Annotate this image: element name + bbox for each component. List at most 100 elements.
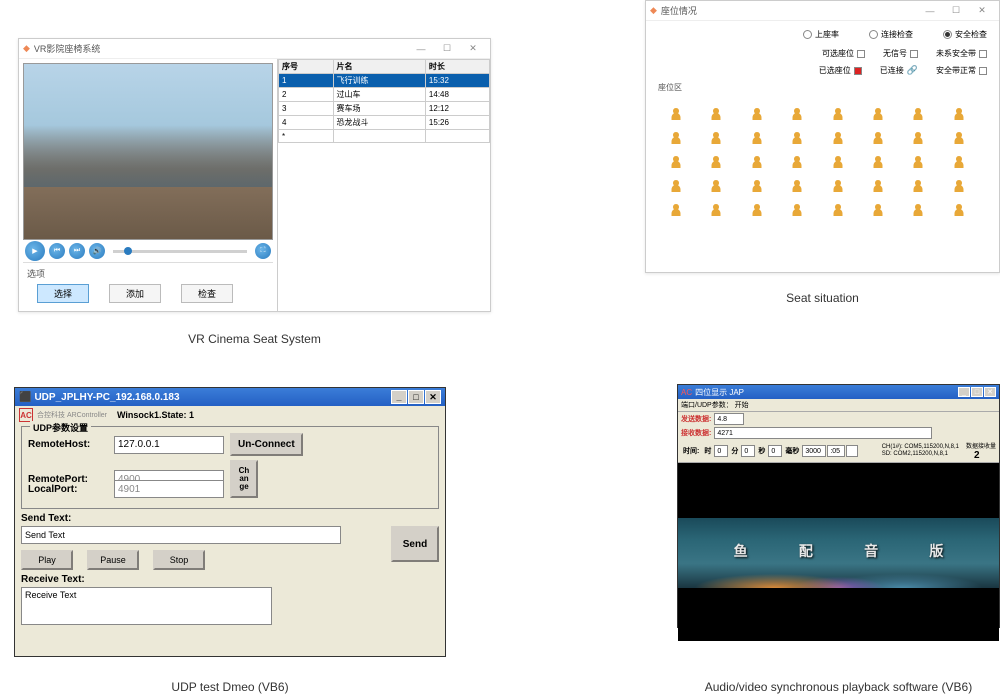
table-row[interactable]: 3赛车场12:12	[279, 102, 490, 116]
table-row[interactable]: 2过山车14:48	[279, 88, 490, 102]
seat-icon[interactable]	[710, 107, 722, 121]
seat-icon[interactable]	[751, 155, 763, 169]
next-button[interactable]: ⏭	[69, 243, 85, 259]
play-button[interactable]: Play	[21, 550, 73, 570]
seat-icon[interactable]	[670, 155, 682, 169]
select-button[interactable]: 选择	[37, 284, 89, 303]
minimize-icon[interactable]: _	[391, 390, 407, 404]
seat-icon[interactable]	[670, 131, 682, 145]
seat-icon[interactable]	[912, 203, 924, 217]
vr-caption: VR Cinema Seat System	[18, 332, 491, 346]
send-button[interactable]: Send	[391, 526, 439, 562]
close-icon[interactable]: ✕	[969, 2, 995, 20]
table-row[interactable]: 4恐龙战斗15:26	[279, 116, 490, 130]
vr-cinema-window: ◆ VR影院座椅系统 — ☐ ✕ ▶ ⏮ ⏭ 🔊 ⛶ 选项 选择 添加 检查	[18, 38, 491, 312]
seat-icon[interactable]	[710, 155, 722, 169]
legend-noconn: 可选座位	[822, 48, 865, 59]
seat-icon[interactable]	[912, 107, 924, 121]
progress-slider[interactable]	[113, 250, 247, 253]
radio-check-pos[interactable]: 连接检查	[869, 29, 913, 40]
seat-icon[interactable]	[670, 203, 682, 217]
seat-icon[interactable]	[791, 203, 803, 217]
remotehost-input[interactable]	[114, 436, 224, 454]
fullscreen-button[interactable]: ⛶	[255, 243, 271, 259]
vr-titlebar[interactable]: ◆ VR影院座椅系统 — ☐ ✕	[19, 39, 490, 59]
send-text-input[interactable]	[21, 526, 341, 544]
seat-icon[interactable]	[751, 107, 763, 121]
stop-button[interactable]: Stop	[153, 550, 205, 570]
col-name: 片名	[333, 60, 425, 74]
seat-icon[interactable]	[710, 179, 722, 193]
video-preview[interactable]	[23, 63, 273, 240]
seat-icon[interactable]	[751, 131, 763, 145]
seat-icon[interactable]	[872, 203, 884, 217]
seat-icon[interactable]	[751, 203, 763, 217]
localport-label: LocalPort:	[28, 484, 108, 495]
recv-data-input[interactable]	[714, 427, 932, 439]
change-button[interactable]: Ch an ge	[230, 460, 258, 498]
seat-icon[interactable]	[953, 107, 965, 121]
recv-text-box[interactable]: Receive Text	[21, 587, 272, 625]
maximize-icon[interactable]: ☐	[943, 2, 969, 20]
av-titlebar[interactable]: AC 四位显示 JAP _ □ ✕	[678, 385, 999, 399]
pause-button[interactable]: Pause	[87, 550, 139, 570]
seat-icon[interactable]	[872, 107, 884, 121]
seat-icon[interactable]	[791, 107, 803, 121]
seat-caption: Seat situation	[645, 291, 1000, 305]
seat-icon[interactable]	[791, 179, 803, 193]
seat-icon[interactable]	[670, 179, 682, 193]
radio-safety[interactable]: 安全检查	[943, 29, 987, 40]
volume-button[interactable]: 🔊	[89, 243, 105, 259]
play-button[interactable]: ▶	[25, 241, 45, 261]
prev-button[interactable]: ⏮	[49, 243, 65, 259]
maximize-icon[interactable]: □	[971, 387, 983, 397]
av-video-area[interactable]: 鱼配音版	[678, 463, 999, 641]
seat-icon[interactable]	[953, 155, 965, 169]
seat-icon[interactable]	[912, 155, 924, 169]
seat-icon[interactable]	[912, 131, 924, 145]
close-icon[interactable]: ✕	[460, 40, 486, 58]
seat-icon[interactable]	[953, 131, 965, 145]
add-button[interactable]: 添加	[109, 284, 161, 303]
seat-icon[interactable]	[710, 131, 722, 145]
seat-icon[interactable]	[953, 203, 965, 217]
unconnect-button[interactable]: Un-Connect	[230, 433, 303, 456]
legend-nobelt: 未系安全带	[936, 48, 987, 59]
recv-text-label: Receive Text:	[21, 574, 439, 585]
seat-icon[interactable]	[832, 155, 844, 169]
seat-icon[interactable]	[791, 131, 803, 145]
seat-icon[interactable]	[832, 107, 844, 121]
playlist-table[interactable]: 序号片名时长 1飞行训练15:32 2过山车14:48 3赛车场12:12 4恐…	[278, 59, 490, 143]
radio-online[interactable]: 上座率	[803, 29, 839, 40]
send-text-label: Send Text:	[21, 513, 439, 524]
seat-icon[interactable]	[953, 179, 965, 193]
seat-icon[interactable]	[832, 131, 844, 145]
seat-icon[interactable]	[832, 179, 844, 193]
close-icon[interactable]: ✕	[984, 387, 996, 397]
localport-input[interactable]	[114, 480, 224, 498]
udp-title: UDP_JPLHY-PC_192.168.0.183	[34, 392, 179, 403]
udp-window: ⬛ UDP_JPLHY-PC_192.168.0.183 _ □ ✕ AC 合控…	[14, 387, 446, 657]
table-row-empty[interactable]: *	[279, 130, 490, 143]
seat-icon[interactable]	[710, 203, 722, 217]
seat-icon[interactable]	[912, 179, 924, 193]
seat-icon[interactable]	[751, 179, 763, 193]
seat-icon[interactable]	[872, 131, 884, 145]
send-data-input[interactable]	[714, 413, 744, 425]
minimize-icon[interactable]: _	[958, 387, 970, 397]
seat-icon[interactable]	[872, 179, 884, 193]
seat-icon[interactable]	[791, 155, 803, 169]
minimize-icon[interactable]: —	[917, 2, 943, 20]
close-icon[interactable]: ✕	[425, 390, 441, 404]
seat-icon[interactable]	[832, 203, 844, 217]
minimize-icon[interactable]: —	[408, 40, 434, 58]
seat-icon[interactable]	[872, 155, 884, 169]
maximize-icon[interactable]: ☐	[434, 40, 460, 58]
udp-titlebar[interactable]: ⬛ UDP_JPLHY-PC_192.168.0.183 _ □ ✕	[15, 388, 445, 406]
seat-icon[interactable]	[670, 107, 682, 121]
check-button[interactable]: 检查	[181, 284, 233, 303]
seat-titlebar[interactable]: ◆ 座位情况 — ☐ ✕	[646, 1, 999, 21]
table-row[interactable]: 1飞行训练15:32	[279, 74, 490, 88]
maximize-icon[interactable]: □	[408, 390, 424, 404]
av-caption: Audio/video synchronous playback softwar…	[677, 680, 1000, 694]
